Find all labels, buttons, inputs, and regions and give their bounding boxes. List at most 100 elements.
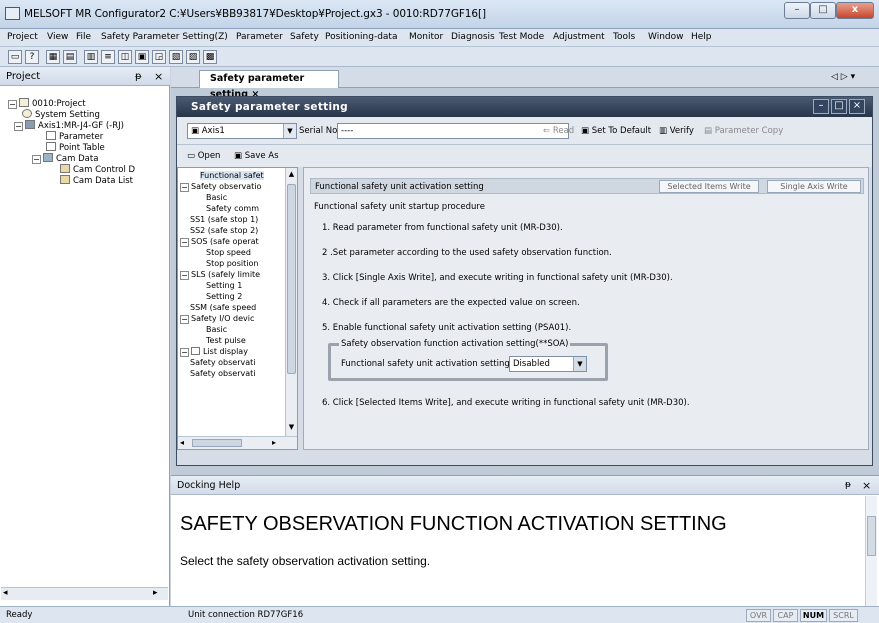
menu-view[interactable]: View (47, 32, 68, 42)
tree-item-setting-1[interactable]: Setting 1 (206, 281, 242, 290)
tree-item-list-display[interactable]: − List display (180, 347, 248, 357)
verify-button[interactable]: ▥ Verify (659, 126, 694, 136)
tree-item-ss1[interactable]: SS1 (safe stop 1) (190, 215, 258, 224)
save-as-button[interactable]: ▣ Save As (234, 151, 279, 161)
scroll-thumb[interactable] (287, 184, 296, 374)
menu-test-mode[interactable]: Test Mode (499, 32, 544, 42)
hscroll-thumb[interactable] (192, 439, 242, 447)
help-heading: SAFETY OBSERVATION FUNCTION ACTIVATION S… (180, 513, 727, 535)
tree-item-cam-data-list[interactable]: Cam Data List (60, 175, 133, 186)
tree-item-stop-speed[interactable]: Stop speed (206, 248, 251, 257)
menu-project[interactable]: Project (7, 32, 38, 42)
serial-field[interactable]: ---- (337, 123, 569, 139)
tree-item-sls[interactable]: − SLS (safely limite (180, 270, 260, 280)
tree-item-project[interactable]: −0010:Project (8, 98, 86, 109)
tree-item-safety-observation[interactable]: − Safety observatio (180, 182, 261, 192)
graph-icon[interactable]: ▥ (84, 50, 98, 64)
tree-item-cam-data[interactable]: − Cam Data (32, 153, 98, 164)
tree-item-list-safety-observation-2[interactable]: Safety observati (190, 369, 255, 378)
scroll-down-icon[interactable]: ▼ (287, 423, 296, 433)
menu-diagnosis[interactable]: Diagnosis (451, 32, 495, 42)
child-maximize-button[interactable]: □ (831, 99, 847, 114)
menu-parameter[interactable]: Parameter (236, 32, 283, 42)
test-icon[interactable]: ◲ (152, 50, 166, 64)
close-button[interactable]: x (836, 2, 874, 19)
pin-icon[interactable]: ᵽ (135, 71, 142, 82)
menu-window[interactable]: Window (648, 32, 684, 42)
single-axis-write-button[interactable]: Single Axis Write (767, 180, 861, 193)
close-pane-icon[interactable]: × (154, 70, 163, 83)
tab-safety-parameter-setting[interactable]: Safety parameter setting × (199, 70, 339, 100)
tree-item-system-setting[interactable]: System Setting (22, 109, 100, 120)
read-button[interactable]: ⇐ Read (543, 126, 574, 136)
collapse-icon[interactable]: − (32, 155, 41, 164)
tree-item-stop-position[interactable]: Stop position (206, 259, 258, 268)
collapse-icon[interactable]: − (8, 100, 17, 109)
close-help-icon[interactable]: × (862, 479, 871, 492)
tree-item-safety-io[interactable]: − Safety I/O devic (180, 314, 254, 324)
maximize-button[interactable]: □ (810, 2, 836, 19)
scroll-left-icon[interactable]: ◂ (3, 588, 8, 598)
pin-icon[interactable]: ᵽ (845, 480, 851, 490)
help-icon[interactable]: ? (25, 50, 39, 64)
child-close-button[interactable]: × (849, 99, 865, 114)
collapse-icon[interactable]: − (180, 271, 189, 280)
scroll-up-icon[interactable]: ▲ (287, 170, 296, 180)
collapse-icon[interactable]: − (180, 348, 189, 357)
collapse-icon[interactable]: − (14, 122, 23, 131)
tree-item-parameter[interactable]: Parameter (46, 131, 103, 142)
menu-safety-parameter-setting[interactable]: Safety Parameter Setting(Z) (101, 32, 228, 42)
menu-adjustment[interactable]: Adjustment (553, 32, 605, 42)
help-vscrollbar[interactable] (865, 496, 877, 606)
axis-icon[interactable]: ◫ (118, 50, 132, 64)
minimize-button[interactable]: – (784, 2, 810, 19)
tree-vscrollbar[interactable]: ▲ ▼ (285, 168, 297, 436)
scroll-right-icon[interactable]: ▸ (153, 588, 158, 598)
tree-item-basic[interactable]: Basic (206, 193, 227, 202)
tune-icon[interactable]: ≡ (101, 50, 115, 64)
diagnosis-icon[interactable]: ▧ (169, 50, 183, 64)
servo-icon (25, 120, 35, 129)
tree-item-test-pulse[interactable]: Test pulse (206, 336, 246, 345)
link-icon[interactable]: ▩ (203, 50, 217, 64)
tree-item-ss2[interactable]: SS2 (safe stop 2) (190, 226, 258, 235)
selected-items-write-button[interactable]: Selected Items Write (659, 180, 759, 193)
open-button[interactable]: ▭ Open (187, 151, 220, 161)
menu-file[interactable]: File (76, 32, 91, 42)
tree-item-functional-safety[interactable]: Functional safet (200, 171, 264, 180)
scroll-right-icon[interactable]: ▸ (272, 438, 276, 447)
tree-item-point-table[interactable]: Point Table (46, 142, 105, 153)
axis-select[interactable]: ▣ Axis1 ▼ (187, 123, 297, 139)
collapse-icon[interactable]: − (180, 183, 189, 192)
tree-item-io-basic[interactable]: Basic (206, 325, 227, 334)
tree-item-cam-control[interactable]: Cam Control D (60, 164, 135, 175)
new-icon[interactable]: ▭ (8, 50, 22, 64)
help-scroll-thumb[interactable] (867, 516, 876, 556)
activation-setting-select[interactable]: Disabled ▼ (509, 356, 587, 372)
tab-nav-icons[interactable]: ◁ ▷ ▾ (831, 72, 855, 82)
tree-item-safety-comm[interactable]: Safety comm (206, 204, 259, 213)
parameter-icon[interactable]: ▣ (135, 50, 149, 64)
tree-item-setting-2[interactable]: Setting 2 (206, 292, 242, 301)
menu-tools[interactable]: Tools (613, 32, 635, 42)
tree-item-sos[interactable]: − SOS (safe operat (180, 237, 259, 247)
collapse-icon[interactable]: − (180, 238, 189, 247)
tree-hscrollbar[interactable]: ◂ ▸ (178, 436, 297, 449)
menu-positioning-data[interactable]: Positioning-data (325, 32, 397, 42)
menu-help[interactable]: Help (691, 32, 712, 42)
procedure-title: Functional safety unit startup procedure (314, 202, 485, 212)
parameter-copy-button[interactable]: ▤ Parameter Copy (704, 126, 783, 136)
tree-item-axis1[interactable]: − Axis1:MR-J4-GF (-RJ) (14, 120, 124, 131)
monitor-icon[interactable]: ▤ (63, 50, 77, 64)
menu-safety[interactable]: Safety (290, 32, 319, 42)
read-icon[interactable]: ▦ (46, 50, 60, 64)
menu-monitor[interactable]: Monitor (409, 32, 443, 42)
child-minimize-button[interactable]: – (813, 99, 829, 114)
collapse-icon[interactable]: − (180, 315, 189, 324)
set-to-default-button[interactable]: ▣ Set To Default (581, 126, 651, 136)
tree-item-ssm[interactable]: SSM (safe speed (190, 303, 256, 312)
tree-item-list-safety-observation-1[interactable]: Safety observati (190, 358, 255, 367)
setup-icon[interactable]: ▨ (186, 50, 200, 64)
scroll-left-icon[interactable]: ◂ (180, 438, 184, 447)
project-hscrollbar[interactable]: ◂ ▸ (1, 587, 168, 600)
